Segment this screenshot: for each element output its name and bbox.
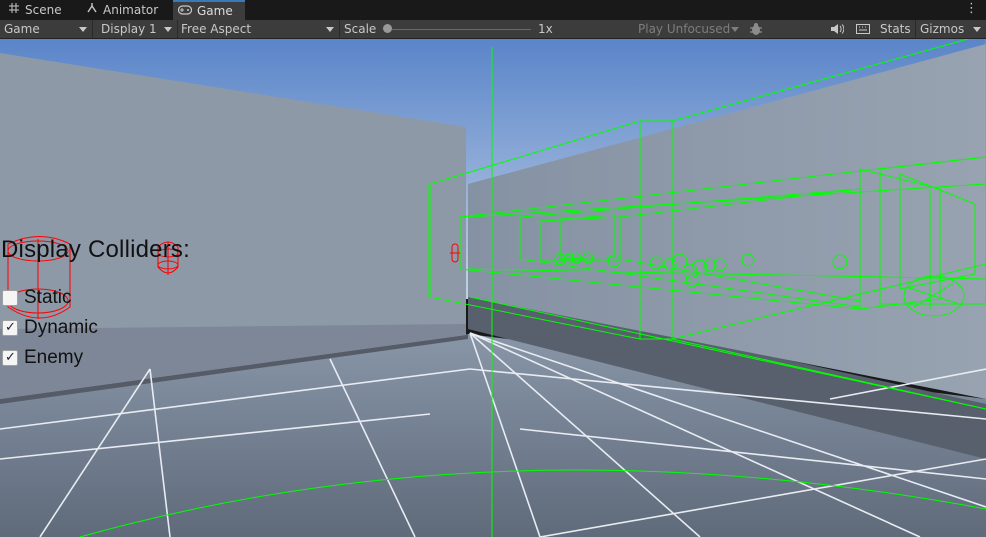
toggle-dynamic-label: Dynamic	[24, 317, 98, 338]
aspect-dropdown[interactable]: Free Aspect	[177, 20, 339, 38]
toolbar-divider	[92, 20, 93, 38]
view-mode-value: Game	[4, 22, 40, 36]
checkbox-enemy[interactable]: ✓	[2, 350, 18, 366]
display-colliders-title: Display Colliders:	[1, 236, 190, 263]
tab-animator-label: Animator	[103, 3, 159, 17]
chevron-down-icon	[326, 27, 334, 32]
more-options-icon[interactable]: ⋮	[965, 1, 978, 17]
game-toolbar: Game Display 1 Free Aspect Scale 1x Play…	[0, 20, 986, 39]
tab-game[interactable]: Game	[173, 0, 245, 20]
scene-render	[0, 39, 986, 537]
gizmos-dropdown[interactable]: Gizmos	[916, 20, 986, 38]
keyboard-icon[interactable]	[856, 20, 874, 38]
checkmark-icon: ✓	[5, 320, 16, 335]
view-mode-dropdown[interactable]: Game	[0, 20, 92, 38]
display-dropdown[interactable]: Display 1	[97, 20, 177, 38]
toolbar-divider	[339, 20, 340, 38]
tab-game-label: Game	[197, 4, 233, 18]
scale-label: Scale	[344, 22, 377, 36]
tab-scene-label: Scene	[25, 3, 62, 17]
speaker-icon[interactable]	[830, 20, 846, 38]
game-viewport[interactable]: Display Colliders: Static ✓ Dynamic ✓ En…	[0, 39, 986, 537]
animator-icon	[86, 0, 98, 20]
tab-scene[interactable]: Scene	[8, 0, 80, 20]
toggle-enemy-label: Enemy	[24, 347, 84, 368]
tab-animator[interactable]: Animator	[86, 0, 172, 20]
scale-value: 1x	[538, 22, 553, 36]
stats-button[interactable]: Stats	[880, 20, 914, 38]
checkbox-static[interactable]	[2, 290, 18, 306]
checkmark-icon: ✓	[5, 350, 16, 365]
scale-slider-knob[interactable]	[383, 24, 392, 33]
bug-icon[interactable]	[749, 20, 765, 38]
gizmos-value: Gizmos	[920, 22, 965, 36]
toggle-static-label: Static	[24, 287, 72, 308]
toggle-enemy[interactable]: ✓ Enemy	[2, 347, 83, 369]
play-mode-dropdown[interactable]: Play Unfocused	[634, 20, 744, 38]
scale-slider-track	[387, 29, 531, 30]
editor-tab-bar: Scene Animator Game ⋮	[0, 0, 986, 20]
scale-slider[interactable]	[383, 20, 535, 38]
display-value: Display 1	[101, 22, 157, 36]
chevron-down-icon	[973, 27, 981, 32]
chevron-down-icon	[79, 27, 87, 32]
checkbox-dynamic[interactable]: ✓	[2, 320, 18, 336]
chevron-down-icon	[731, 27, 739, 32]
aspect-value: Free Aspect	[181, 22, 252, 36]
gamepad-icon	[177, 1, 193, 21]
grid-icon	[8, 0, 20, 20]
unity-game-window: Scene Animator Game ⋮ Game Display 1 Fre…	[0, 0, 986, 537]
play-mode-value: Play Unfocused	[638, 22, 731, 36]
toggle-dynamic[interactable]: ✓ Dynamic	[2, 317, 98, 339]
toggle-static[interactable]: Static	[2, 287, 72, 309]
chevron-down-icon	[164, 27, 172, 32]
